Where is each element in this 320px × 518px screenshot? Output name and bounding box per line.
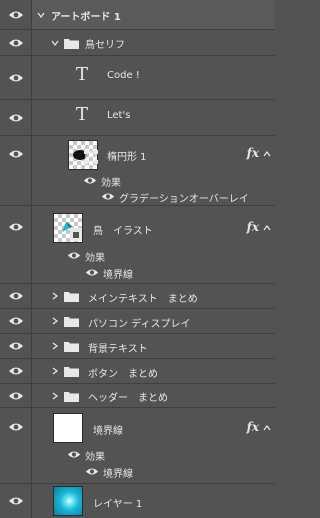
- folder-icon: [64, 342, 79, 352]
- eye-icon[interactable]: [8, 422, 24, 432]
- effects-label: 効果: [85, 452, 105, 463]
- fx-icon[interactable]: fx: [247, 420, 259, 434]
- visibility-toggle[interactable]: [0, 30, 32, 55]
- eye-icon[interactable]: [8, 113, 24, 123]
- visibility-toggle[interactable]: [0, 384, 32, 407]
- visibility-toggle[interactable]: [0, 359, 32, 383]
- fx-icon[interactable]: fx: [247, 146, 259, 160]
- layer-name: 楕円形 1: [107, 152, 147, 163]
- effects-label: 効果: [101, 178, 121, 189]
- eye-icon[interactable]: [85, 467, 99, 476]
- layer-row-shape[interactable]: 楕円形 1 fx 効果 グラデーションオーバーレイ: [0, 136, 275, 206]
- layer-name: アートボード 1: [51, 12, 121, 23]
- chevron-up-icon[interactable]: [263, 424, 271, 432]
- layer-name: 鳥セリフ: [85, 40, 125, 51]
- layer-name: レイヤー 1: [93, 499, 143, 510]
- layer-row-group[interactable]: ボタン まとめ: [0, 359, 275, 384]
- layer-name: Code !: [107, 70, 140, 81]
- visibility-toggle[interactable]: [0, 309, 32, 333]
- text-layer-icon: T: [76, 64, 89, 85]
- folder-icon: [64, 317, 79, 327]
- eye-icon[interactable]: [101, 192, 115, 201]
- layer-row-group[interactable]: メインテキスト まとめ: [0, 284, 275, 309]
- eye-icon[interactable]: [8, 73, 24, 83]
- eye-icon[interactable]: [8, 291, 24, 301]
- layer-name: 鳥 イラスト: [93, 226, 153, 237]
- folder-icon: [64, 392, 79, 402]
- layer-row-text[interactable]: T Let's: [0, 100, 275, 136]
- layer-row-smart-object[interactable]: 鳥 イラスト fx 効果 境界線: [0, 206, 275, 284]
- layer-row-group[interactable]: 鳥セリフ: [0, 30, 275, 56]
- chevron-down-icon[interactable]: [37, 11, 45, 19]
- layer-name: パソコン ディスプレイ: [88, 319, 191, 330]
- chevron-right-icon[interactable]: [51, 367, 59, 375]
- layer-thumbnail: [53, 486, 83, 516]
- layer-row-group[interactable]: 背景テキスト: [0, 334, 275, 359]
- eye-icon[interactable]: [85, 268, 99, 277]
- chevron-up-icon[interactable]: [263, 150, 271, 158]
- eye-icon[interactable]: [8, 38, 24, 48]
- eye-icon[interactable]: [83, 176, 97, 185]
- visibility-toggle[interactable]: [0, 334, 32, 358]
- chevron-right-icon[interactable]: [51, 317, 59, 325]
- visibility-toggle[interactable]: [0, 136, 32, 205]
- eye-icon[interactable]: [8, 149, 24, 159]
- chevron-right-icon[interactable]: [51, 292, 59, 300]
- effects-label: 効果: [85, 253, 105, 264]
- eye-icon[interactable]: [8, 366, 24, 376]
- layer-row-image[interactable]: レイヤー 1: [0, 484, 275, 518]
- layer-name: ヘッダー まとめ: [88, 393, 168, 404]
- eye-icon[interactable]: [8, 341, 24, 351]
- effect-item: グラデーションオーバーレイ: [119, 194, 249, 205]
- layer-name: メインテキスト まとめ: [88, 294, 198, 305]
- eye-icon[interactable]: [8, 222, 24, 232]
- chevron-down-icon[interactable]: [51, 39, 59, 47]
- eye-icon[interactable]: [8, 10, 24, 20]
- eye-icon[interactable]: [8, 496, 24, 506]
- layers-panel: アートボード 1 鳥セリフ T Code ! T Let's 楕円形 1 fx …: [0, 0, 275, 518]
- chevron-right-icon[interactable]: [51, 342, 59, 350]
- visibility-toggle[interactable]: [0, 0, 32, 29]
- smart-object-icon: [70, 228, 82, 241]
- folder-icon: [64, 292, 79, 302]
- layer-row-shape[interactable]: 境界線 fx 効果 境界線: [0, 408, 275, 484]
- layer-row-text[interactable]: T Code !: [0, 56, 275, 100]
- shape-layer-icon: [84, 150, 98, 164]
- layer-name: Let's: [107, 110, 131, 121]
- chevron-right-icon[interactable]: [51, 392, 59, 400]
- visibility-toggle[interactable]: [0, 56, 32, 99]
- layer-name: 背景テキスト: [88, 344, 148, 355]
- fx-icon[interactable]: fx: [247, 220, 259, 234]
- layer-name: ボタン まとめ: [88, 369, 158, 380]
- effect-item: 境界線: [103, 469, 133, 480]
- layer-name: 境界線: [93, 426, 123, 437]
- eye-icon[interactable]: [67, 450, 81, 459]
- text-layer-icon: T: [76, 104, 89, 125]
- folder-icon: [64, 367, 79, 377]
- effect-item: 境界線: [103, 270, 133, 281]
- visibility-toggle[interactable]: [0, 408, 32, 483]
- eye-icon[interactable]: [8, 316, 24, 326]
- layer-row-artboard[interactable]: アートボード 1: [0, 0, 275, 30]
- visibility-toggle[interactable]: [0, 206, 32, 283]
- visibility-toggle[interactable]: [0, 284, 32, 308]
- eye-icon[interactable]: [67, 251, 81, 260]
- chevron-up-icon[interactable]: [263, 224, 271, 232]
- folder-icon: [64, 39, 79, 49]
- layer-row-group[interactable]: パソコン ディスプレイ: [0, 309, 275, 334]
- visibility-toggle[interactable]: [0, 484, 32, 518]
- layer-thumbnail: [53, 413, 83, 443]
- layer-row-group[interactable]: ヘッダー まとめ: [0, 384, 275, 408]
- eye-icon[interactable]: [8, 391, 24, 401]
- visibility-toggle[interactable]: [0, 100, 32, 135]
